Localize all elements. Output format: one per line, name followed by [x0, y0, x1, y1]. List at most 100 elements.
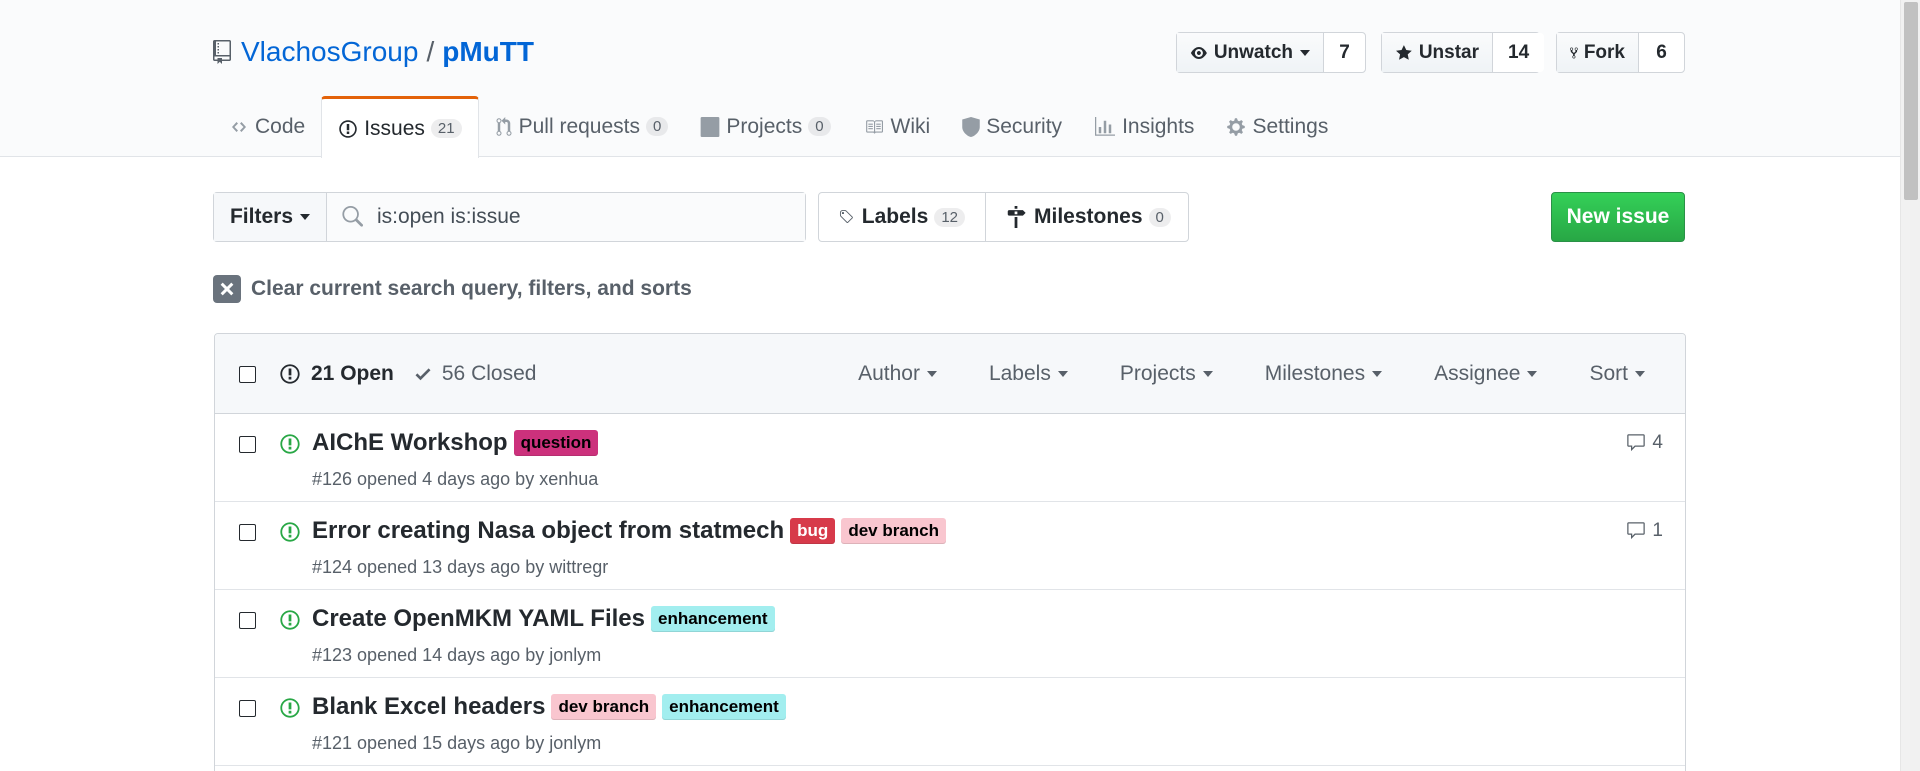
issue-label[interactable]: question	[513, 430, 599, 456]
tab-projects[interactable]: Projects 0	[684, 96, 846, 157]
tab-code[interactable]: Code	[213, 96, 321, 157]
labels-filter-label: Labels	[988, 362, 1051, 385]
issue-title-link[interactable]: Blank Excel headers	[312, 693, 545, 721]
issue-checkbox[interactable]	[239, 700, 256, 717]
search-value: is:open is:issue	[377, 205, 521, 228]
issue-opened-icon	[279, 433, 301, 460]
repo-title: VlachosGroup / pMuTT	[213, 36, 534, 68]
issue-label[interactable]: enhancement	[662, 694, 786, 720]
author-filter[interactable]: Author	[858, 362, 937, 386]
labels-link[interactable]: Labels 12	[819, 193, 986, 241]
select-all-checkbox[interactable]	[239, 366, 256, 383]
comment-count: 1	[1652, 520, 1663, 541]
tab-security[interactable]: Security	[946, 96, 1078, 157]
issue-label[interactable]: dev branch	[841, 518, 947, 544]
issues-list-header: 21 Open 56 Closed Author Labels Projects…	[215, 334, 1685, 414]
filters-search-group: Filters is:open is:issue	[213, 192, 806, 242]
tab-insights[interactable]: Insights	[1078, 96, 1210, 157]
issue-row: Error creating Nasa object from statmech…	[215, 502, 1685, 590]
issue-comments-link[interactable]: 4	[1625, 432, 1663, 454]
milestones-filter[interactable]: Milestones	[1265, 362, 1383, 386]
tab-security-label: Security	[986, 114, 1063, 138]
issue-title-row: Error creating Nasa object from statmech…	[312, 517, 947, 545]
watchers-count[interactable]: 7	[1324, 33, 1365, 72]
issue-opened-icon	[279, 609, 301, 636]
issue-title-link[interactable]: Error creating Nasa object from statmech	[312, 517, 784, 545]
issue-label[interactable]: enhancement	[650, 606, 775, 632]
list-filters: Author Labels Projects Milestones Assign…	[806, 334, 1645, 414]
repo-name-link[interactable]: pMuTT	[442, 36, 534, 68]
unwatch-label: Unwatch	[1213, 41, 1293, 63]
closed-issues-label: 56 Closed	[441, 362, 537, 385]
filters-dropdown-button[interactable]: Filters	[214, 193, 327, 241]
sort-filter-label: Sort	[1589, 362, 1628, 385]
graph-icon	[1095, 116, 1116, 136]
issue-title-row: Blank Excel headers dev branch enhancement	[312, 693, 786, 721]
issues-count-badge: 21	[430, 119, 462, 138]
issue-comments-link[interactable]: 1	[1625, 520, 1663, 542]
issue-title-row: AIChE Workshop question	[312, 429, 599, 457]
issue-opened-icon	[279, 521, 301, 548]
tab-issues[interactable]: Issues 21	[321, 96, 479, 158]
unstar-button[interactable]: Unstar	[1382, 33, 1493, 72]
sort-filter[interactable]: Sort	[1589, 362, 1645, 386]
fork-control: Fork 6	[1556, 32, 1685, 73]
chevron-down-icon	[1635, 371, 1645, 377]
fork-button[interactable]: Fork	[1557, 33, 1639, 72]
tab-pull-requests[interactable]: Pull requests 0	[479, 96, 685, 157]
issue-meta: #124 opened 13 days ago by wittregr	[312, 557, 609, 577]
star-icon	[1396, 44, 1412, 60]
issue-opened-icon	[279, 697, 301, 724]
tab-wiki[interactable]: Wiki	[847, 96, 947, 157]
assignee-filter-label: Assignee	[1434, 362, 1521, 385]
issue-checkbox[interactable]	[239, 524, 256, 541]
issue-opened-icon	[339, 119, 357, 138]
closed-issues-link[interactable]: 56 Closed	[414, 362, 537, 386]
labels-label: Labels	[861, 205, 929, 228]
open-issues-link[interactable]: 21 Open	[279, 362, 394, 386]
tab-pull-requests-label: Pull requests	[518, 114, 640, 138]
projects-filter-label: Projects	[1119, 362, 1196, 385]
close-icon	[213, 275, 241, 303]
repo-owner-link[interactable]: VlachosGroup	[241, 36, 418, 68]
issue-checkbox[interactable]	[239, 436, 256, 453]
book-icon	[865, 119, 883, 134]
issue-title-link[interactable]: AIChE Workshop	[312, 429, 508, 457]
milestones-link[interactable]: Milestones 0	[986, 193, 1191, 241]
labels-filter[interactable]: Labels	[989, 362, 1068, 386]
project-icon	[700, 116, 720, 137]
unwatch-button[interactable]: Unwatch	[1177, 33, 1324, 72]
fork-label: Fork	[1583, 41, 1625, 63]
scrollbar-thumb[interactable]	[1904, 2, 1918, 200]
issue-row: Create OpenMKM YAML Files enhancement #123…	[215, 590, 1685, 678]
search-icon	[342, 206, 363, 227]
issue-label[interactable]: dev branch	[551, 694, 657, 720]
tab-settings[interactable]: Settings	[1210, 96, 1344, 157]
forks-count[interactable]: 6	[1639, 33, 1684, 72]
assignee-filter[interactable]: Assignee	[1434, 362, 1538, 386]
issue-title-row: Create OpenMKM YAML Files enhancement	[312, 605, 775, 633]
fork-icon	[1570, 47, 1578, 58]
tab-code-label: Code	[255, 114, 306, 138]
page-scrollbar[interactable]	[1900, 0, 1920, 771]
projects-count-badge: 0	[808, 117, 831, 136]
git-pull-request-icon	[496, 116, 512, 136]
repo-separator: /	[426, 36, 435, 67]
issue-title-link[interactable]: Create OpenMKM YAML Files	[312, 605, 645, 633]
search-input[interactable]: is:open is:issue	[327, 193, 805, 241]
milestones-count-badge: 0	[1148, 207, 1171, 227]
chevron-down-icon	[1057, 371, 1068, 377]
issue-meta: #123 opened 14 days ago by jonlym	[312, 645, 602, 665]
projects-filter[interactable]: Projects	[1120, 362, 1213, 386]
issue-checkbox[interactable]	[239, 612, 256, 629]
pull-requests-count-badge: 0	[646, 117, 669, 136]
new-issue-button[interactable]: New issue	[1551, 192, 1685, 242]
clear-filters-label: Clear current search query, filters, and…	[251, 277, 692, 300]
issue-row: AIChE Workshop question #126 opened 4 days…	[215, 414, 1685, 502]
tab-projects-label: Projects	[726, 114, 803, 138]
tab-wiki-label: Wiki	[890, 114, 931, 138]
issue-label[interactable]: bug	[790, 518, 836, 544]
clear-filters-link[interactable]: Clear current search query, filters, and…	[213, 275, 692, 303]
stargazers-count[interactable]: 14	[1493, 33, 1545, 72]
chevron-down-icon	[1202, 371, 1213, 377]
